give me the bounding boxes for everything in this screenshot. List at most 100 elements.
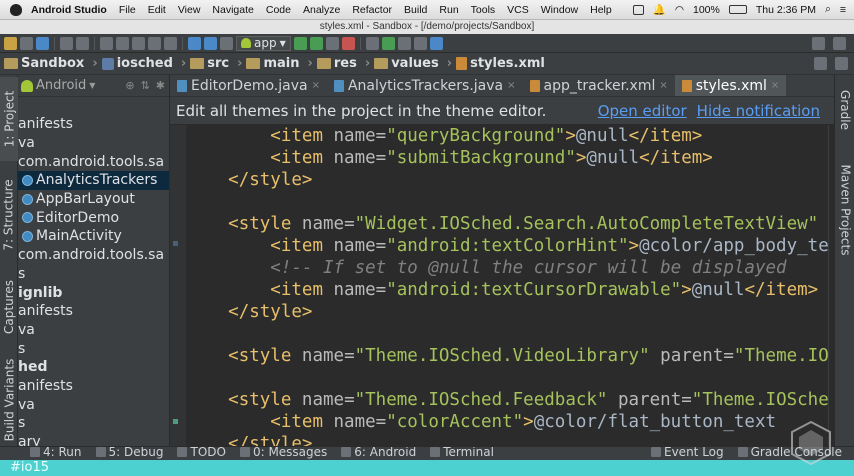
tool-tab-4-run[interactable]: 4: Run [30,447,82,459]
attach-debugger-icon[interactable] [325,36,339,50]
avd-manager-icon[interactable] [365,36,379,50]
code-line[interactable]: </style> [186,169,312,191]
collapse-icon[interactable]: ⇅ [141,79,150,92]
tree-item[interactable]: ignlib [18,283,169,302]
tool-tab-terminal[interactable]: Terminal [430,447,494,459]
open-folder-icon[interactable] [4,36,17,50]
apple-icon[interactable] [10,3,22,16]
search-everywhere-icon[interactable] [812,36,825,50]
menu-build[interactable]: Build [404,4,427,16]
run-config-select[interactable]: app ▼ [236,35,291,51]
menu-tools[interactable]: Tools [471,4,496,16]
close-icon[interactable]: × [507,80,515,91]
find-icon[interactable] [148,36,161,50]
breadcrumb-sandbox[interactable]: Sandbox [4,56,84,71]
color-preview-marker[interactable] [173,419,178,424]
code-line[interactable]: <item name="queryBackground">@null</item… [186,125,702,147]
close-icon[interactable]: × [312,80,320,91]
open-editor-link[interactable]: Open editor [598,102,687,120]
tree-item[interactable]: anifests [18,377,169,396]
close-icon[interactable]: × [659,80,667,91]
tree-item[interactable]: EditorDemo [18,208,169,227]
code-line[interactable]: <item name="android:textColorHint">@colo… [186,235,834,257]
copy-icon[interactable] [116,36,129,50]
tab-project[interactable]: 1: Project [0,77,18,161]
tool-tab-5-debug[interactable]: 5: Debug [95,447,163,459]
tree-item[interactable]: va [18,134,169,153]
code-line[interactable]: <style name="Theme.IOSched.Feedback" par… [186,389,834,411]
clock[interactable]: Thu 2:36 PM [756,4,816,16]
bell-icon[interactable]: 🔔 [653,3,666,16]
breadcrumb-iosched[interactable]: iosched [101,56,173,71]
code-line[interactable]: <item name="colorAccent">@color/flat_but… [186,411,776,433]
breadcrumb-main[interactable]: main [246,56,300,71]
redo-icon[interactable] [76,36,89,50]
tab-build-variants[interactable]: Build Variants [0,351,18,449]
fold-marker[interactable] [173,241,178,246]
chevron-down-icon[interactable]: ▼ [89,81,95,90]
tree-item[interactable]: com.android.tools.sa [18,152,169,171]
tree-item[interactable]: hed [18,358,169,377]
hide-panels-icon[interactable] [814,57,827,70]
hide-notification-link[interactable]: Hide notification [697,102,820,120]
tool-tab-6-android[interactable]: 6: Android [341,447,416,459]
forward-icon[interactable] [204,36,217,50]
code-line[interactable]: </style> [186,301,312,323]
help-icon[interactable] [429,36,443,50]
tab-structure[interactable]: 7: Structure [0,167,18,263]
tree-item[interactable]: va [18,321,169,340]
tree-item[interactable]: ary [18,433,169,446]
stop-icon[interactable] [341,36,355,50]
code-editor[interactable]: <item name="queryBackground">@null</item… [186,125,834,446]
tab-styles-xml[interactable]: styles.xml × [674,75,787,96]
code-line[interactable]: </style> [186,433,312,446]
tree-item[interactable]: s [18,414,169,433]
code-line[interactable]: <style name="Widget.IOSched.Search.AutoC… [186,213,818,235]
sdk-manager-icon[interactable] [381,36,395,50]
gear-icon[interactable]: ✱ [156,79,165,92]
search-icon[interactable]: ⌕ [825,3,831,16]
run-icon[interactable] [293,36,307,50]
project-view-mode[interactable]: Android [36,78,86,93]
menu-navigate[interactable]: Navigate [212,4,253,16]
tree-item[interactable]: anifests [18,302,169,321]
breadcrumb-values[interactable]: values [374,56,439,71]
menu-analyze[interactable]: Analyze [303,4,340,16]
code-line[interactable]: <item name="android:textCursorDrawable">… [186,279,818,301]
sync-icon[interactable] [36,36,49,50]
tool-tab-event-log[interactable]: Event Log [651,447,724,459]
menu-code[interactable]: Code [266,4,291,16]
target-icon[interactable]: ⊕ [125,79,134,92]
tree-item[interactable]: com.android.tools.sa [18,246,169,265]
tab-maven-projects[interactable]: Maven Projects [835,155,854,265]
code-line[interactable]: <!-- If set to @null the cursor will be … [186,257,786,279]
menu-run[interactable]: Run [439,4,458,16]
tab-editordemo-java[interactable]: EditorDemo.java × [170,75,327,96]
paste-icon[interactable] [132,36,145,50]
tab-app-tracker-xml[interactable]: app_tracker.xml × [523,75,675,96]
menu-vcs[interactable]: VCS [507,4,529,16]
tree-item[interactable]: anifests [18,115,169,134]
notification-list-icon[interactable]: ≡ [840,4,846,16]
breadcrumb-src[interactable]: src [190,56,229,71]
code-line[interactable]: <item name="submitBackground">@null</ite… [186,147,713,169]
tab-captures[interactable]: Captures [0,271,18,343]
breadcrumb-res[interactable]: res [316,56,357,71]
project-structure-icon[interactable] [397,36,411,50]
menu-help[interactable]: Help [590,4,612,16]
cut-icon[interactable] [100,36,113,50]
tab-analyticstrackers-java[interactable]: AnalyticsTrackers.java × [327,75,523,96]
menu-window[interactable]: Window [541,4,578,16]
tree-item[interactable]: va [18,395,169,414]
wifi-icon[interactable]: ◠ [675,4,684,16]
tree-item[interactable]: AnalyticsTrackers [18,171,169,190]
replace-icon[interactable] [164,36,177,50]
tab-gradle[interactable]: Gradle [835,79,854,141]
save-icon[interactable] [20,36,33,50]
app-menu-name[interactable]: Android Studio [31,4,107,16]
tree-item[interactable]: MainActivity [18,227,169,246]
build-icon[interactable] [220,36,233,50]
code-line[interactable]: <style name="Theme.IOSched.VideoLibrary"… [186,345,834,367]
undo-icon[interactable] [60,36,73,50]
debug-icon[interactable] [309,36,323,50]
